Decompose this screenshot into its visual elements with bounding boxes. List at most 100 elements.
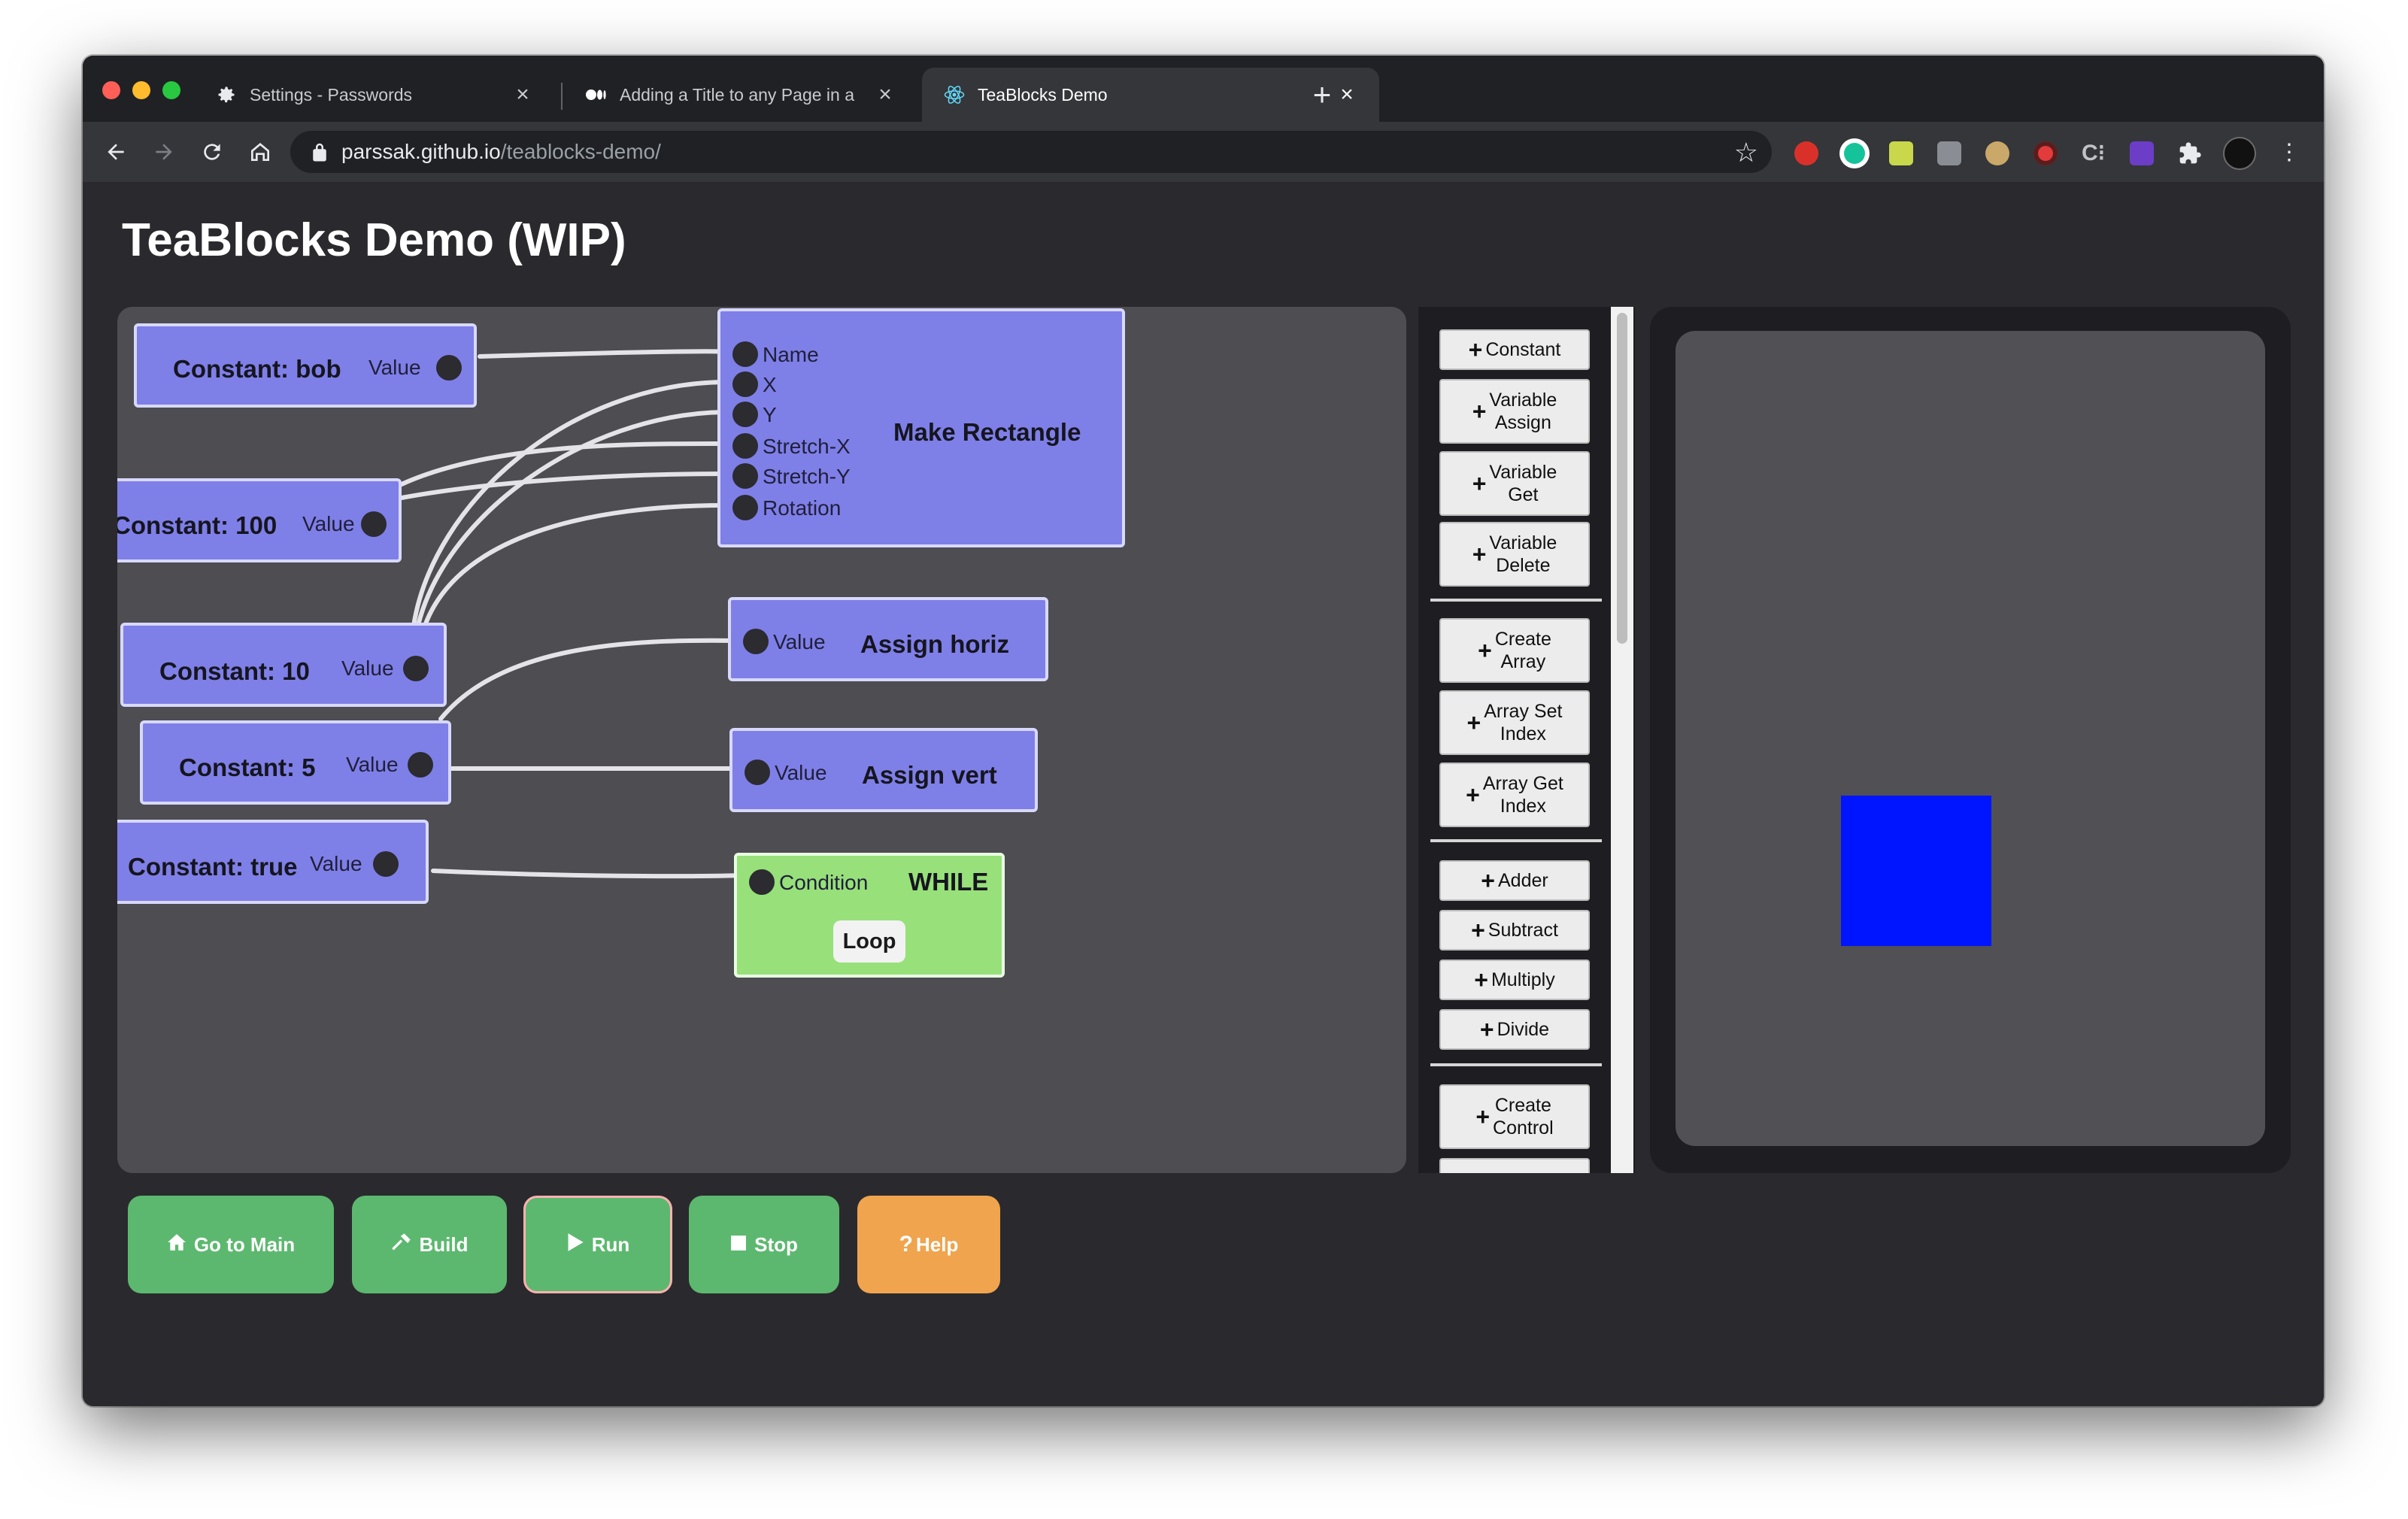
- zoom-window-button[interactable]: [162, 81, 180, 99]
- palette-divider: [1430, 1063, 1602, 1066]
- plus-icon: +: [1471, 917, 1485, 944]
- extension-record-icon[interactable]: [2033, 141, 2058, 165]
- input-port-x[interactable]: [732, 371, 758, 397]
- output-port-label: Value: [341, 656, 394, 680]
- assign-horiz-node[interactable]: Value Assign horiz: [728, 597, 1048, 681]
- button-label: Variable Get: [1489, 461, 1557, 506]
- run-button[interactable]: Run: [523, 1196, 672, 1293]
- button-label-line2: Index: [1500, 796, 1546, 817]
- help-button[interactable]: ? Help: [857, 1196, 1000, 1293]
- address-bar[interactable]: parssak.github.io/teablocks-demo/ ☆: [290, 131, 1772, 173]
- add-divide-button[interactable]: + Divide: [1439, 1009, 1590, 1050]
- scrollbar-thumb[interactable]: [1617, 313, 1627, 644]
- button-label-line2: Control: [1493, 1117, 1554, 1138]
- extensions-puzzle-icon[interactable]: [2178, 141, 2202, 165]
- add-create-array-button[interactable]: + Create Array: [1439, 618, 1590, 683]
- button-label-line1: Create: [1494, 1095, 1551, 1116]
- node-label: Constant: 10: [159, 657, 310, 685]
- build-button[interactable]: Build: [352, 1196, 507, 1293]
- plus-icon: +: [1466, 709, 1481, 736]
- input-port-label: Stretch-Y: [763, 465, 851, 488]
- profile-avatar[interactable]: [2223, 137, 2256, 170]
- add-array-set-index-button[interactable]: + Array Set Index: [1439, 690, 1590, 755]
- button-label-line1: Create: [1494, 629, 1551, 650]
- output-port[interactable]: [403, 656, 429, 681]
- reload-button[interactable]: [193, 132, 232, 171]
- home-button[interactable]: [241, 132, 280, 171]
- block-palette[interactable]: + Constant + Variable Assign + Variable Get +…: [1418, 307, 1635, 1173]
- minimize-window-button[interactable]: [132, 81, 150, 99]
- add-adder-button[interactable]: + Adder: [1439, 860, 1590, 901]
- constant-node-true[interactable]: Constant: true Value: [117, 820, 429, 904]
- close-tab-icon[interactable]: ×: [874, 82, 896, 108]
- plus-icon: +: [1479, 1016, 1494, 1043]
- add-variable-get-button[interactable]: + Variable Get: [1439, 451, 1590, 516]
- add-constant-button[interactable]: + Constant: [1439, 329, 1590, 370]
- tab-title: Settings - Passwords: [250, 84, 413, 105]
- input-port-value[interactable]: [743, 629, 769, 654]
- add-variable-assign-button[interactable]: + Variable Assign: [1439, 379, 1590, 444]
- add-create-control-button[interactable]: + Create Control: [1439, 1084, 1590, 1149]
- url-text: parssak.github.io/teablocks-demo/: [341, 140, 661, 164]
- browser-menu-icon[interactable]: ⋮: [2270, 132, 2309, 171]
- plus-icon: +: [1468, 336, 1483, 363]
- input-port-name[interactable]: [732, 341, 758, 367]
- extension-adblock-icon[interactable]: [1794, 141, 1818, 165]
- new-tab-button[interactable]: +: [1301, 74, 1343, 116]
- extension-purple-icon[interactable]: [2130, 141, 2154, 165]
- extension-grammarly-icon[interactable]: [1839, 138, 1870, 168]
- back-button[interactable]: [96, 132, 135, 171]
- constant-node-10[interactable]: Constant: 10 Value: [120, 623, 447, 707]
- input-port-value[interactable]: [745, 760, 770, 785]
- node-label: Make Rectangle: [893, 418, 1081, 446]
- palette-button-partial[interactable]: [1439, 1158, 1590, 1173]
- constant-node-bob[interactable]: Constant: bob Value: [134, 323, 477, 408]
- input-port-condition[interactable]: [749, 869, 775, 895]
- add-variable-delete-button[interactable]: + Variable Delete: [1439, 522, 1590, 587]
- add-multiply-button[interactable]: + Multiply: [1439, 960, 1590, 1000]
- extension-face-icon[interactable]: [1985, 141, 2009, 165]
- plus-icon: +: [1472, 398, 1487, 425]
- close-window-button[interactable]: [102, 81, 120, 99]
- constant-node-5[interactable]: Constant: 5 Value: [140, 720, 451, 805]
- make-rectangle-node[interactable]: Name X Y Stretch-X Stretch-Y Rotation Ma…: [717, 308, 1125, 547]
- extension-c-icon[interactable]: C⁝: [2082, 141, 2106, 165]
- add-array-get-index-button[interactable]: + Array Get Index: [1439, 763, 1590, 827]
- tab-settings-passwords[interactable]: Settings - Passwords ×: [194, 68, 555, 122]
- stop-button[interactable]: Stop: [689, 1196, 839, 1293]
- input-port-y[interactable]: [732, 402, 758, 427]
- assign-vert-node[interactable]: Value Assign vert: [729, 728, 1038, 812]
- input-port-label: Condition: [779, 871, 869, 894]
- bookmark-star-icon[interactable]: ☆: [1734, 137, 1758, 168]
- extension-grey-icon[interactable]: [1937, 141, 1961, 165]
- input-port-rotation[interactable]: [732, 495, 758, 520]
- button-label-line1: Array Set: [1484, 701, 1563, 722]
- forward-button[interactable]: [144, 132, 183, 171]
- palette-scrollbar[interactable]: [1611, 307, 1633, 1173]
- plus-icon: +: [1472, 470, 1487, 497]
- output-port[interactable]: [373, 851, 399, 877]
- output-port[interactable]: [436, 355, 462, 381]
- node-editor[interactable]: Constant: bob Value Constant: 100 Value …: [117, 307, 1406, 1173]
- node-label: Constant: true: [128, 853, 298, 881]
- input-port-label: Value: [775, 761, 827, 784]
- input-port-stretch-x[interactable]: [732, 433, 758, 459]
- tab-adding-title[interactable]: Adding a Title to any Page in a ×: [564, 68, 917, 122]
- output-port[interactable]: [408, 752, 433, 778]
- extension-notes-icon[interactable]: [1889, 141, 1913, 165]
- add-subtract-button[interactable]: + Subtract: [1439, 910, 1590, 951]
- button-label-line1: Variable: [1489, 462, 1557, 483]
- output-port[interactable]: [361, 511, 387, 537]
- close-tab-icon[interactable]: ×: [511, 82, 534, 108]
- input-port-label: Stretch-X: [763, 435, 851, 458]
- while-node[interactable]: Condition WHILE Loop: [734, 853, 1005, 978]
- tab-title: Adding a Title to any Page in a: [620, 84, 854, 105]
- tab-title: TeaBlocks Demo: [978, 84, 1108, 105]
- input-port-stretch-y[interactable]: [732, 463, 758, 489]
- constant-node-100[interactable]: Constant: 100 Value: [117, 478, 402, 562]
- loop-button[interactable]: Loop: [833, 920, 905, 963]
- go-to-main-button[interactable]: Go to Main: [128, 1196, 334, 1293]
- question-icon: ?: [899, 1232, 913, 1257]
- palette-divider: [1430, 599, 1602, 602]
- button-label: Go to Main: [193, 1232, 296, 1256]
